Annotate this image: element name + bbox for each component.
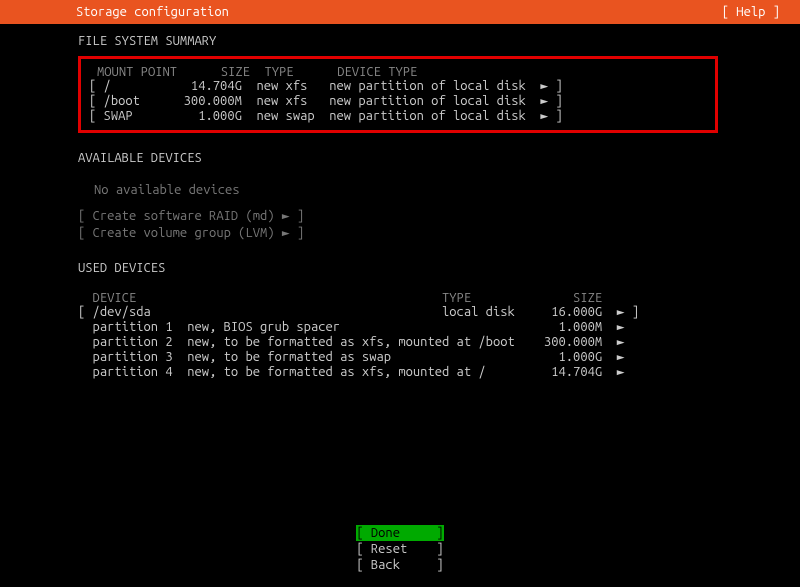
fs-summary-title: FILE SYSTEM SUMMARY xyxy=(0,34,800,48)
back-button[interactable]: [ Back ] xyxy=(356,557,443,573)
used-partition-row[interactable]: partition 4 new, to be formatted as xfs,… xyxy=(78,365,730,380)
done-button[interactable]: [ Done ] xyxy=(356,525,443,541)
reset-button[interactable]: [ Reset ] xyxy=(356,541,443,557)
fs-summary-row[interactable]: [ /boot 300.000M new xfs new partition o… xyxy=(89,94,707,109)
available-devices: AVAILABLE DEVICES No available devices [… xyxy=(0,151,800,241)
used-devices: USED DEVICES DEVICE TYPE SIZE [ /dev/sda… xyxy=(0,261,800,380)
page-title: Storage configuration xyxy=(16,0,229,24)
fs-summary-row[interactable]: [ SWAP 1.000G new swap new partition of … xyxy=(89,109,707,124)
no-available-devices: No available devices xyxy=(78,183,800,197)
used-disk-row[interactable]: [ /dev/sda local disk 16.000G ► ] xyxy=(78,305,730,320)
header-bar: Storage configuration [ Help ] xyxy=(0,0,800,24)
used-partition-row[interactable]: partition 2 new, to be formatted as xfs,… xyxy=(78,335,730,350)
used-partition-row[interactable]: partition 3 new, to be formatted as swap… xyxy=(78,350,730,365)
create-raid-button[interactable]: [ Create software RAID (md) ► ] xyxy=(78,209,800,224)
content-area: FILE SYSTEM SUMMARY MOUNT POINT SIZE TYP… xyxy=(0,24,800,380)
available-title: AVAILABLE DEVICES xyxy=(78,151,800,165)
used-columns: DEVICE TYPE SIZE xyxy=(78,291,730,305)
used-title: USED DEVICES xyxy=(78,261,730,275)
fs-summary-box: MOUNT POINT SIZE TYPE DEVICE TYPE [ / 14… xyxy=(78,56,718,133)
fs-summary-row[interactable]: [ / 14.704G new xfs new partition of loc… xyxy=(89,79,707,94)
used-partition-row[interactable]: partition 1 new, BIOS grub spacer 1.000M… xyxy=(78,320,730,335)
help-button[interactable]: [ Help ] xyxy=(722,0,784,24)
create-lvm-button[interactable]: [ Create volume group (LVM) ► ] xyxy=(78,226,800,241)
fs-summary-columns: MOUNT POINT SIZE TYPE DEVICE TYPE xyxy=(89,65,707,79)
footer-buttons: [ Done ] [ Reset ] [ Back ] xyxy=(0,525,800,573)
